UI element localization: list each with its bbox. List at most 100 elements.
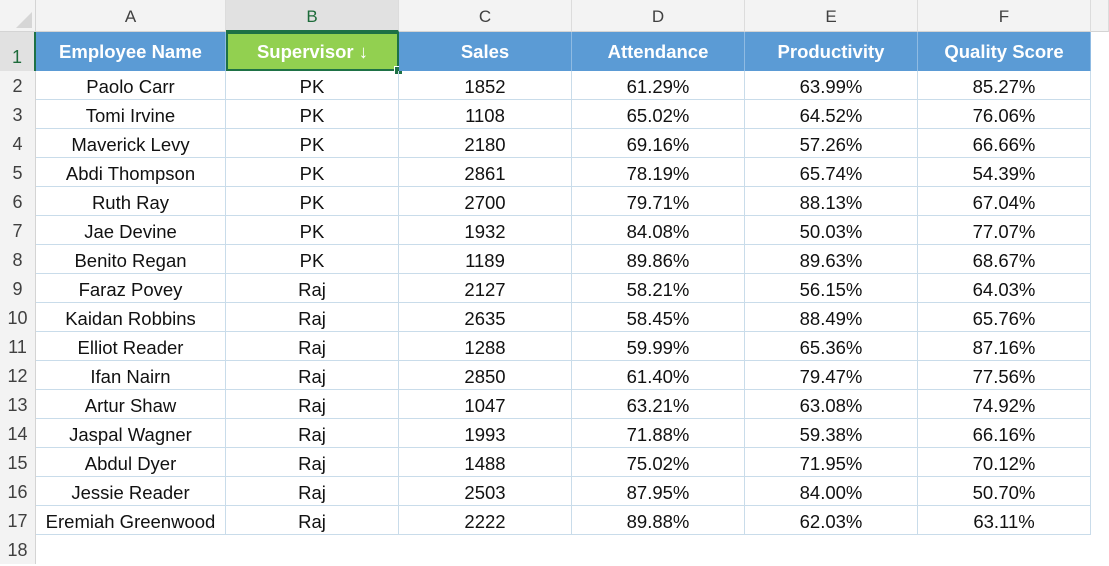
cell-f6[interactable]: 67.04% — [918, 187, 1091, 216]
cell-a11[interactable]: Elliot Reader — [36, 332, 226, 361]
cell-b15[interactable]: Raj — [226, 448, 399, 477]
cell-b8[interactable]: PK — [226, 245, 399, 274]
cell-d11[interactable]: 59.99% — [572, 332, 745, 361]
cell-c8[interactable]: 1189 — [399, 245, 572, 274]
cell-b13[interactable]: Raj — [226, 390, 399, 419]
cell-a13[interactable]: Artur Shaw — [36, 390, 226, 419]
cell-c17[interactable]: 2222 — [399, 506, 572, 535]
cell-e8[interactable]: 89.63% — [745, 245, 918, 274]
cell-f16[interactable]: 50.70% — [918, 477, 1091, 506]
row-header-11[interactable]: 11 — [0, 332, 36, 361]
cell-c6[interactable]: 2700 — [399, 187, 572, 216]
cell-a3[interactable]: Tomi Irvine — [36, 100, 226, 129]
cell-c7[interactable]: 1932 — [399, 216, 572, 245]
cell-f10[interactable]: 65.76% — [918, 303, 1091, 332]
cell-f17[interactable]: 63.11% — [918, 506, 1091, 535]
cell-a14[interactable]: Jaspal Wagner — [36, 419, 226, 448]
cell-a10[interactable]: Kaidan Robbins — [36, 303, 226, 332]
cell-e15[interactable]: 71.95% — [745, 448, 918, 477]
row-header-4[interactable]: 4 — [0, 129, 36, 158]
cell-b6[interactable]: PK — [226, 187, 399, 216]
cell-c13[interactable]: 1047 — [399, 390, 572, 419]
cell-b3[interactable]: PK — [226, 100, 399, 129]
cell-a15[interactable]: Abdul Dyer — [36, 448, 226, 477]
cell-b4[interactable]: PK — [226, 129, 399, 158]
cell-f4[interactable]: 66.66% — [918, 129, 1091, 158]
cell-d8[interactable]: 89.86% — [572, 245, 745, 274]
cell-a16[interactable]: Jessie Reader — [36, 477, 226, 506]
row-header-3[interactable]: 3 — [0, 100, 36, 129]
cell-b14[interactable]: Raj — [226, 419, 399, 448]
cell-b17[interactable]: Raj — [226, 506, 399, 535]
cell-c2[interactable]: 1852 — [399, 71, 572, 100]
cell-e6[interactable]: 88.13% — [745, 187, 918, 216]
cell-a12[interactable]: Ifan Nairn — [36, 361, 226, 390]
cell-e12[interactable]: 79.47% — [745, 361, 918, 390]
header-cell-e[interactable]: Productivity — [745, 32, 918, 71]
column-header-b[interactable]: B — [226, 0, 399, 32]
cell-f15[interactable]: 70.12% — [918, 448, 1091, 477]
cell-e13[interactable]: 63.08% — [745, 390, 918, 419]
cell-f7[interactable]: 77.07% — [918, 216, 1091, 245]
cell-a7[interactable]: Jae Devine — [36, 216, 226, 245]
cell-e5[interactable]: 65.74% — [745, 158, 918, 187]
row-header-15[interactable]: 15 — [0, 448, 36, 477]
row-header-17[interactable]: 17 — [0, 506, 36, 535]
cell-e9[interactable]: 56.15% — [745, 274, 918, 303]
cell-a17[interactable]: Eremiah Greenwood — [36, 506, 226, 535]
cell-b5[interactable]: PK — [226, 158, 399, 187]
row-header-13[interactable]: 13 — [0, 390, 36, 419]
cell-d9[interactable]: 58.21% — [572, 274, 745, 303]
cell-d7[interactable]: 84.08% — [572, 216, 745, 245]
cell-c3[interactable]: 1108 — [399, 100, 572, 129]
cell-e7[interactable]: 50.03% — [745, 216, 918, 245]
column-header-g[interactable] — [1091, 0, 1109, 32]
cell-d15[interactable]: 75.02% — [572, 448, 745, 477]
cell-d12[interactable]: 61.40% — [572, 361, 745, 390]
header-cell-f[interactable]: Quality Score — [918, 32, 1091, 71]
cell-e11[interactable]: 65.36% — [745, 332, 918, 361]
cell-d16[interactable]: 87.95% — [572, 477, 745, 506]
cell-c10[interactable]: 2635 — [399, 303, 572, 332]
row-header-16[interactable]: 16 — [0, 477, 36, 506]
cell-d14[interactable]: 71.88% — [572, 419, 745, 448]
cell-f14[interactable]: 66.16% — [918, 419, 1091, 448]
row-header-8[interactable]: 8 — [0, 245, 36, 274]
row-header-18[interactable]: 18 — [0, 535, 36, 564]
column-header-c[interactable]: C — [399, 0, 572, 32]
cell-a8[interactable]: Benito Regan — [36, 245, 226, 274]
cell-e2[interactable]: 63.99% — [745, 71, 918, 100]
column-header-a[interactable]: A — [36, 0, 226, 32]
cell-d13[interactable]: 63.21% — [572, 390, 745, 419]
cell-f2[interactable]: 85.27% — [918, 71, 1091, 100]
row-header-10[interactable]: 10 — [0, 303, 36, 332]
cell-b16[interactable]: Raj — [226, 477, 399, 506]
cell-b7[interactable]: PK — [226, 216, 399, 245]
cell-f3[interactable]: 76.06% — [918, 100, 1091, 129]
cell-d17[interactable]: 89.88% — [572, 506, 745, 535]
row-header-5[interactable]: 5 — [0, 158, 36, 187]
cell-b9[interactable]: Raj — [226, 274, 399, 303]
cell-c5[interactable]: 2861 — [399, 158, 572, 187]
cell-b12[interactable]: Raj — [226, 361, 399, 390]
cell-d4[interactable]: 69.16% — [572, 129, 745, 158]
cell-d3[interactable]: 65.02% — [572, 100, 745, 129]
cell-a5[interactable]: Abdi Thompson — [36, 158, 226, 187]
cell-a4[interactable]: Maverick Levy — [36, 129, 226, 158]
header-cell-d[interactable]: Attendance — [572, 32, 745, 71]
cell-f5[interactable]: 54.39% — [918, 158, 1091, 187]
cell-c16[interactable]: 2503 — [399, 477, 572, 506]
cell-d10[interactable]: 58.45% — [572, 303, 745, 332]
header-cell-c[interactable]: Sales — [399, 32, 572, 71]
row-header-14[interactable]: 14 — [0, 419, 36, 448]
cell-b2[interactable]: PK — [226, 71, 399, 100]
cell-a2[interactable]: Paolo Carr — [36, 71, 226, 100]
cell-d5[interactable]: 78.19% — [572, 158, 745, 187]
cell-c15[interactable]: 1488 — [399, 448, 572, 477]
cell-e10[interactable]: 88.49% — [745, 303, 918, 332]
column-header-f[interactable]: F — [918, 0, 1091, 32]
cell-e17[interactable]: 62.03% — [745, 506, 918, 535]
cell-b11[interactable]: Raj — [226, 332, 399, 361]
cell-d2[interactable]: 61.29% — [572, 71, 745, 100]
row-header-6[interactable]: 6 — [0, 187, 36, 216]
